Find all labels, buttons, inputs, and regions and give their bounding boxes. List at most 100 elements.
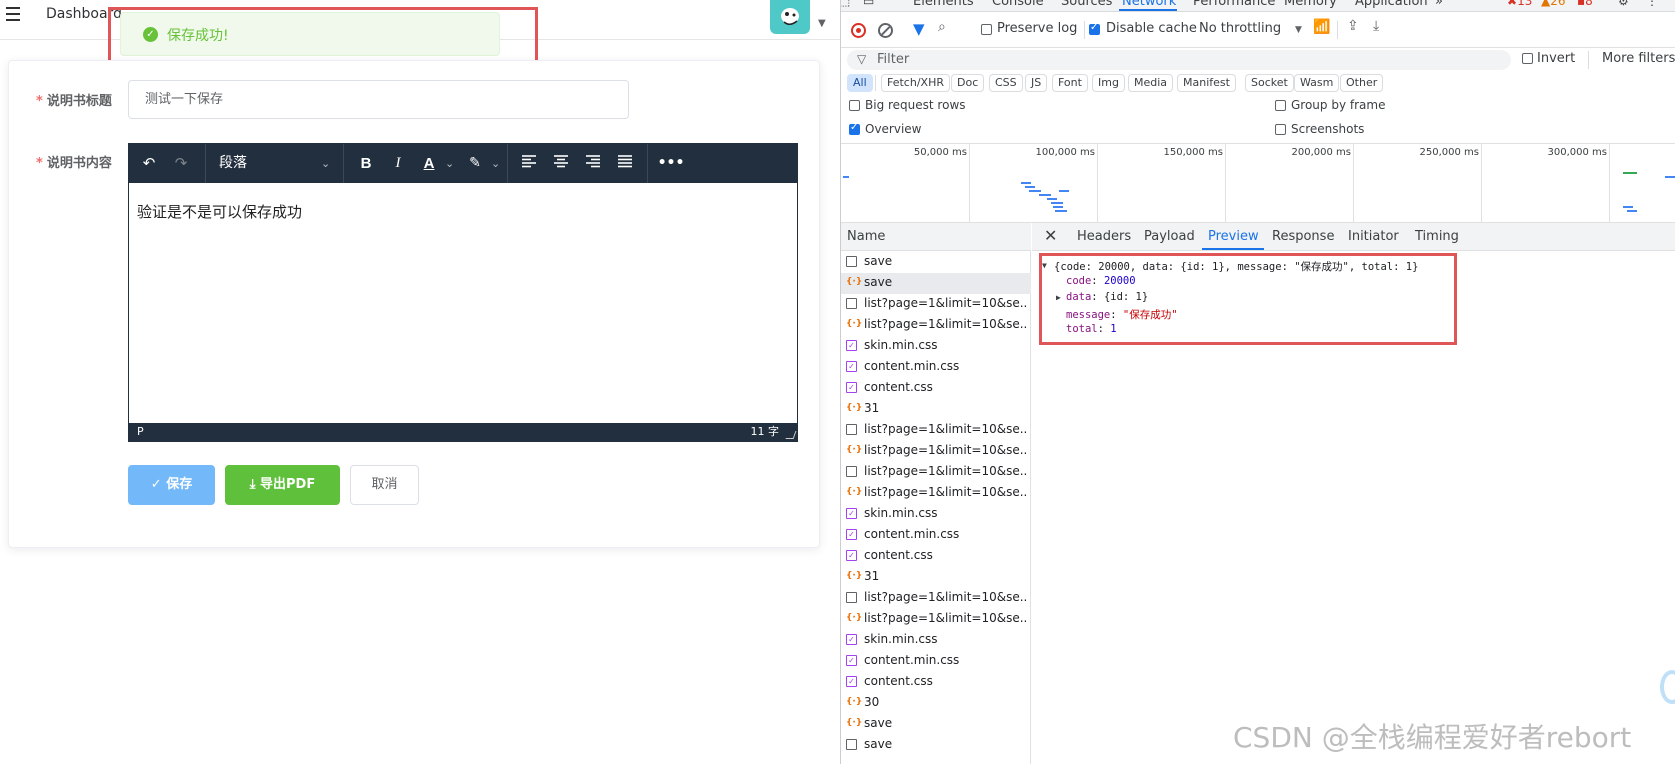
type-filter-css[interactable]: CSS xyxy=(989,74,1023,92)
device-toolbar-icon[interactable]: ▭ xyxy=(863,0,874,8)
redo-icon[interactable]: ↷ xyxy=(169,151,193,176)
invert-checkbox[interactable] xyxy=(1522,53,1533,64)
request-row[interactable]: ✓ content.css xyxy=(841,378,1031,399)
big-request-rows-checkbox[interactable] xyxy=(849,100,860,111)
tab-headers[interactable]: Headers xyxy=(1077,229,1131,244)
preserve-log-checkbox[interactable] xyxy=(981,24,992,35)
request-row[interactable]: ✓ skin.min.css xyxy=(841,336,1031,357)
align-justify-icon[interactable] xyxy=(613,151,637,176)
align-left-icon[interactable] xyxy=(517,151,541,176)
type-filter-doc[interactable]: Doc xyxy=(951,74,985,92)
request-row[interactable]: {·} 31 xyxy=(841,399,1031,420)
tab-preview[interactable]: Preview xyxy=(1208,229,1259,244)
tab-console[interactable]: Console xyxy=(992,0,1044,9)
more-filters-button[interactable]: More filters xyxy=(1602,51,1675,66)
request-row[interactable]: ✓ content.min.css xyxy=(841,525,1031,546)
undo-icon[interactable]: ↶ xyxy=(137,151,161,176)
request-row[interactable]: {·} list?page=1&limit=10&se... xyxy=(841,315,1031,336)
type-filter-wasm[interactable]: Wasm xyxy=(1294,74,1340,92)
element-path[interactable]: P xyxy=(137,423,144,441)
network-overview[interactable]: 50,000 ms 100,000 ms 150,000 ms 200,000 … xyxy=(841,143,1675,224)
hamburger-menu-icon[interactable] xyxy=(6,6,24,22)
tab-timing[interactable]: Timing xyxy=(1415,229,1459,244)
filter-input[interactable]: ▽ Filter xyxy=(847,50,1511,70)
request-row[interactable]: {·} save xyxy=(841,714,1031,735)
tab-elements[interactable]: Elements xyxy=(913,0,974,9)
request-row[interactable]: {·} save xyxy=(841,273,1031,294)
request-row[interactable]: ✓ skin.min.css xyxy=(841,504,1031,525)
request-row[interactable]: {·} list?page=1&limit=10&se... xyxy=(841,441,1031,462)
export-pdf-button[interactable]: ⤓ 导出PDF xyxy=(225,465,340,505)
tab-memory[interactable]: Memory xyxy=(1284,0,1337,9)
screenshots-checkbox[interactable] xyxy=(1275,124,1286,135)
tab-performance[interactable]: Performance xyxy=(1193,0,1275,9)
overview-checkbox[interactable] xyxy=(849,122,860,135)
request-row[interactable]: ✓ skin.min.css xyxy=(841,630,1031,651)
chevron-down-icon[interactable]: ⌄ xyxy=(445,151,454,176)
tab-response[interactable]: Response xyxy=(1272,229,1334,244)
title-input[interactable]: 测试一下保存 xyxy=(128,80,629,119)
info-count[interactable]: ▪8 xyxy=(1577,0,1593,8)
close-icon[interactable]: ✕ xyxy=(1044,226,1057,245)
clear-icon[interactable] xyxy=(878,23,893,38)
type-filter-all[interactable]: All xyxy=(847,74,873,92)
warnings-count[interactable]: ▲26 xyxy=(1541,0,1566,8)
import-har-icon[interactable]: ⇪ xyxy=(1347,18,1359,34)
request-row[interactable]: {·} 30 xyxy=(841,693,1031,714)
highlight-color-icon[interactable]: ✎ xyxy=(463,151,487,176)
request-row[interactable]: ✓ content.min.css xyxy=(841,651,1031,672)
request-row[interactable]: save xyxy=(841,735,1031,756)
request-row[interactable]: list?page=1&limit=10&se... xyxy=(841,294,1031,315)
tab-sources[interactable]: Sources xyxy=(1061,0,1112,9)
disable-cache-checkbox[interactable] xyxy=(1089,22,1100,35)
save-button[interactable]: ✓ 保存 xyxy=(128,465,215,505)
type-filter-fetch[interactable]: Fetch/XHR xyxy=(881,74,950,92)
more-icon[interactable]: ••• xyxy=(657,151,685,176)
type-filter-media[interactable]: Media xyxy=(1128,74,1174,92)
request-row[interactable]: save xyxy=(841,252,1031,273)
type-filter-js[interactable]: JS xyxy=(1025,74,1048,92)
avatar[interactable] xyxy=(770,0,810,34)
more-tabs-icon[interactable]: » xyxy=(1435,0,1443,9)
tab-network[interactable]: Network xyxy=(1122,0,1176,9)
type-filter-manifest[interactable]: Manifest xyxy=(1177,74,1236,92)
request-row[interactable]: ✓ content.css xyxy=(841,546,1031,567)
text-color-icon[interactable]: A xyxy=(417,151,441,176)
editor-content[interactable]: 验证是不是可以保存成功 xyxy=(129,183,797,423)
caret-down-icon[interactable]: ▼ xyxy=(1295,25,1302,35)
caret-down-icon[interactable]: ▼ xyxy=(818,18,826,29)
align-right-icon[interactable] xyxy=(581,151,605,176)
request-row[interactable]: {·} list?page=1&limit=10&se... xyxy=(841,483,1031,504)
tab-payload[interactable]: Payload xyxy=(1144,229,1195,244)
resize-handle-icon[interactable] xyxy=(785,431,797,439)
kebab-menu-icon[interactable]: ⋮ xyxy=(1646,0,1658,8)
type-filter-img[interactable]: Img xyxy=(1092,74,1125,92)
request-row[interactable]: ✓ content.min.css xyxy=(841,357,1031,378)
export-har-icon[interactable]: ⤓ xyxy=(1373,18,1379,34)
errors-count[interactable]: ✖13 xyxy=(1507,0,1532,8)
inspect-icon[interactable]: ⬚ xyxy=(841,0,850,8)
network-conditions-icon[interactable]: 📶 xyxy=(1313,19,1330,35)
group-by-frame-checkbox[interactable] xyxy=(1275,100,1286,111)
tab-application[interactable]: Application xyxy=(1355,0,1428,9)
align-center-icon[interactable] xyxy=(549,151,573,176)
request-row[interactable]: list?page=1&limit=10&se... xyxy=(841,462,1031,483)
request-row[interactable]: list?page=1&limit=10&se... xyxy=(841,588,1031,609)
bold-icon[interactable]: B xyxy=(353,151,379,176)
tab-initiator[interactable]: Initiator xyxy=(1348,229,1399,244)
request-row[interactable]: list?page=1&limit=10&se... xyxy=(841,420,1031,441)
cancel-button[interactable]: 取消 xyxy=(350,465,419,505)
request-row[interactable]: {·} list?page=1&limit=10&se... xyxy=(841,609,1031,630)
filter-funnel-icon[interactable]: ▼ xyxy=(913,20,925,38)
chevron-down-icon[interactable]: ⌄ xyxy=(491,151,500,176)
record-icon[interactable] xyxy=(851,23,866,38)
request-row[interactable]: ✓ content.css xyxy=(841,672,1031,693)
type-filter-other[interactable]: Other xyxy=(1340,74,1384,92)
type-filter-socket[interactable]: Socket xyxy=(1245,74,1294,92)
chevron-down-icon[interactable]: ⌄ xyxy=(321,151,330,176)
rich-text-editor[interactable]: ↶ ↷ 段落 ⌄ B I A ⌄ ✎ ⌄ ••• 验证是不是可以保存成功 P 1… xyxy=(128,143,798,442)
type-filter-font[interactable]: Font xyxy=(1052,74,1088,92)
name-column-header[interactable]: Name xyxy=(841,223,1031,251)
italic-icon[interactable]: I xyxy=(385,151,411,176)
settings-gear-icon[interactable]: ⚙ xyxy=(1618,0,1629,8)
